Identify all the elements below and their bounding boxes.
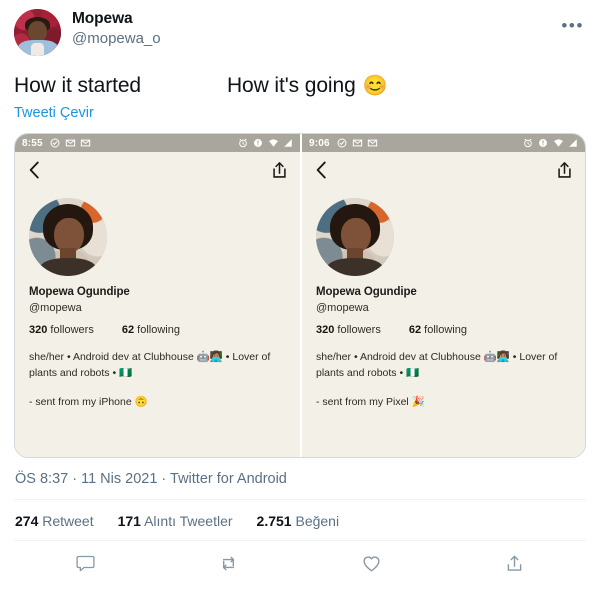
quote-tweet-count: 171 bbox=[117, 513, 141, 529]
translate-tweet-link[interactable]: Tweeti Çevir bbox=[14, 99, 94, 121]
profile-stats: 320 followers 62 following bbox=[29, 324, 300, 336]
status-bar-system-icons bbox=[238, 138, 293, 148]
alarm-icon bbox=[523, 138, 533, 148]
status-bar-notification-icons bbox=[50, 138, 90, 148]
retweet-action[interactable] bbox=[157, 553, 300, 574]
reply-icon bbox=[75, 553, 96, 574]
back-chevron-icon[interactable] bbox=[27, 160, 41, 185]
tweet-text: How it started How it's going 😊 bbox=[14, 62, 586, 99]
profile-bio-line-2: plants and robots • 🇳🇬 bbox=[29, 367, 133, 379]
followers-label: followers bbox=[337, 324, 381, 336]
profile-photo-top bbox=[40, 258, 96, 276]
phone-navbar-right bbox=[302, 152, 585, 192]
gmail-icon-2 bbox=[367, 138, 377, 148]
followers-stat: 320 followers bbox=[29, 324, 94, 336]
quote-tweet-label: Alıntı Tweetler bbox=[144, 513, 233, 529]
status-bar-right: 9:06 bbox=[302, 134, 585, 152]
tweet-detail: Mopewa @mopewa_o ••• How it started How … bbox=[0, 0, 600, 601]
more-options-icon[interactable]: ••• bbox=[561, 9, 586, 34]
share-upload-icon[interactable] bbox=[271, 160, 288, 185]
profile-sent-from: - sent from my Pixel 🎉 bbox=[316, 396, 425, 408]
tweet-text-left: How it started bbox=[14, 74, 141, 97]
retweet-count: 274 bbox=[15, 513, 39, 529]
phone-navbar-left bbox=[15, 152, 300, 192]
smiling-face-emoji: 😊 bbox=[362, 74, 388, 97]
tweet-media-card[interactable]: 8:55 Mopewa Ogundipe @mopewa 320 followe… bbox=[14, 133, 586, 458]
author-names: Mopewa @mopewa_o bbox=[72, 9, 161, 49]
phone-screenshot-right[interactable]: 9:06 Mopewa Ogundipe @mopewa 320 followe… bbox=[300, 134, 585, 457]
gmail-icon-2 bbox=[80, 138, 90, 148]
profile-bio: she/her • Android dev at Clubhouse 🤖👩🏽‍💻… bbox=[316, 349, 585, 381]
avatar[interactable] bbox=[14, 9, 61, 56]
status-bar-time: 9:06 bbox=[309, 137, 330, 149]
quote-tweet-stat[interactable]: 171 Alıntı Tweetler bbox=[118, 513, 233, 529]
following-label: following bbox=[137, 324, 180, 336]
profile-name: Mopewa Ogundipe bbox=[316, 286, 417, 298]
profile-photo[interactable] bbox=[316, 198, 394, 276]
author-display-name[interactable]: Mopewa bbox=[72, 9, 161, 28]
status-bar-system-icons bbox=[523, 138, 578, 148]
like-action[interactable] bbox=[300, 553, 443, 574]
back-chevron-icon[interactable] bbox=[314, 160, 328, 185]
check-circle-icon bbox=[337, 138, 347, 148]
followers-label: followers bbox=[50, 324, 94, 336]
check-circle-icon bbox=[50, 138, 60, 148]
phone-screenshot-left[interactable]: 8:55 Mopewa Ogundipe @mopewa 320 followe… bbox=[15, 134, 300, 457]
wifi-icon bbox=[553, 138, 563, 148]
profile-photo[interactable] bbox=[29, 198, 107, 276]
followers-stat: 320 followers bbox=[316, 324, 381, 336]
profile-bio-line-1: she/her • Android dev at Clubhouse 🤖👩🏽‍💻… bbox=[316, 351, 558, 363]
following-stat: 62 following bbox=[409, 324, 467, 336]
profile-stats: 320 followers 62 following bbox=[316, 324, 585, 336]
status-bar-notification-icons bbox=[337, 138, 377, 148]
vibrate-icon bbox=[253, 138, 263, 148]
signal-icon bbox=[568, 138, 578, 148]
tweet-timestamp-meta: ÖS 8:37 · 11 Nis 2021 · Twitter for Andr… bbox=[15, 471, 287, 487]
status-bar-left: 8:55 bbox=[15, 134, 300, 152]
followers-count: 320 bbox=[316, 324, 335, 336]
like-stat[interactable]: 2.751 Beğeni bbox=[257, 513, 340, 529]
profile-sent-from: - sent from my iPhone 🙃 bbox=[29, 396, 148, 408]
following-stat: 62 following bbox=[122, 324, 180, 336]
tweet-action-bar bbox=[14, 540, 586, 574]
following-count: 62 bbox=[121, 324, 135, 336]
profile-handle: @mopewa bbox=[29, 302, 82, 314]
signal-icon bbox=[283, 138, 293, 148]
engagement-stats: 274 Retweet 171 Alıntı Tweetler 2.751 Be… bbox=[14, 500, 586, 529]
tweet-text-right-label: How it's going bbox=[226, 74, 356, 97]
alarm-icon bbox=[238, 138, 248, 148]
following-label: following bbox=[424, 324, 467, 336]
share-upload-icon[interactable] bbox=[556, 160, 573, 185]
share-icon bbox=[504, 553, 525, 574]
retweet-label: Retweet bbox=[42, 513, 94, 529]
retweet-icon bbox=[218, 553, 239, 574]
share-action[interactable] bbox=[443, 553, 586, 574]
like-label: Beğeni bbox=[295, 513, 340, 529]
tweet-header: Mopewa @mopewa_o ••• bbox=[14, 0, 586, 62]
tweet-text-right: How it's going 😊 bbox=[226, 72, 388, 99]
followers-count: 320 bbox=[29, 324, 48, 336]
profile-bio-line-2: plants and robots • 🇳🇬 bbox=[316, 367, 420, 379]
wifi-icon bbox=[268, 138, 278, 148]
profile-handle: @mopewa bbox=[316, 302, 369, 314]
retweet-stat[interactable]: 274 Retweet bbox=[15, 513, 94, 529]
profile-photo-top bbox=[327, 258, 383, 276]
gmail-icon bbox=[352, 138, 362, 148]
following-count: 62 bbox=[408, 324, 422, 336]
vibrate-icon bbox=[538, 138, 548, 148]
profile-bio: she/her • Android dev at Clubhouse 🤖👩🏽‍💻… bbox=[29, 349, 300, 381]
reply-action[interactable] bbox=[14, 553, 157, 574]
avatar-shirt bbox=[31, 43, 44, 56]
like-count: 2.751 bbox=[256, 513, 292, 529]
author-handle[interactable]: @mopewa_o bbox=[72, 29, 161, 49]
profile-name: Mopewa Ogundipe bbox=[29, 286, 130, 298]
heart-icon bbox=[361, 553, 382, 574]
gmail-icon bbox=[65, 138, 75, 148]
status-bar-time: 8:55 bbox=[22, 137, 43, 149]
profile-bio-line-1: she/her • Android dev at Clubhouse 🤖👩🏽‍💻… bbox=[29, 351, 271, 363]
